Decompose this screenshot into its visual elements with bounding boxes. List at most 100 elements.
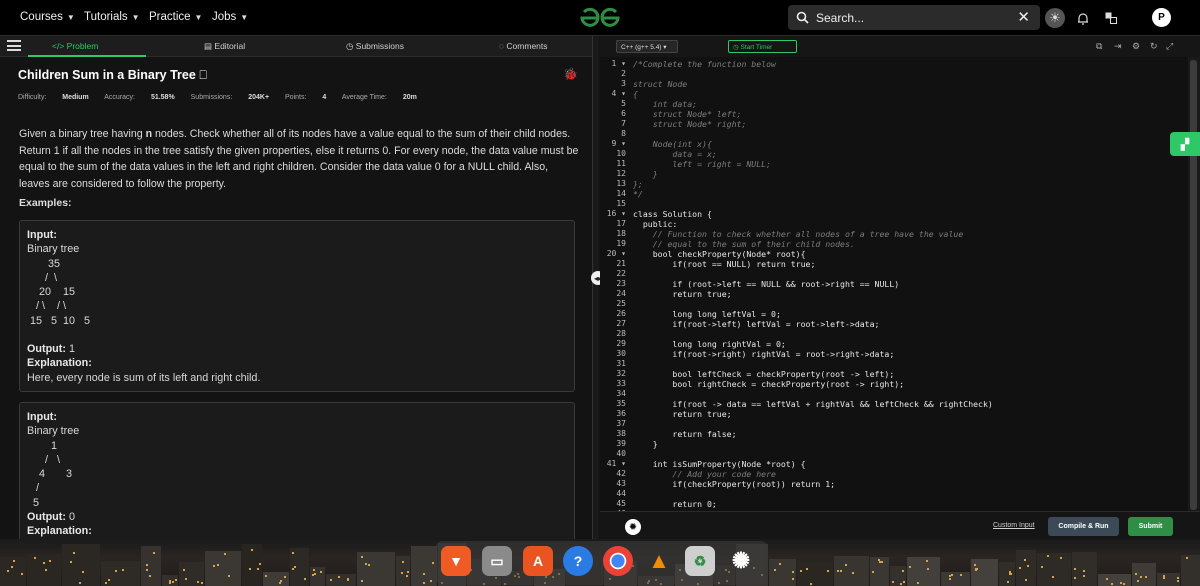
tab-comments[interactable]: ◌ Comments — [499, 41, 548, 51]
language-select[interactable]: C++ (g++ 5.4) ▾ — [616, 40, 678, 53]
files-icon[interactable]: ▭ — [482, 546, 512, 576]
gfg-logo[interactable] — [578, 6, 622, 30]
code-line[interactable]: } — [633, 169, 658, 179]
editor-scroll-thumb[interactable] — [1190, 60, 1197, 510]
code-line[interactable]: return 0; — [633, 499, 716, 509]
wallpaper-window-light — [175, 579, 177, 581]
avatar[interactable]: P — [1152, 8, 1171, 27]
code-line[interactable]: if(root->left) leftVal = root->left->dat… — [633, 319, 879, 329]
code-line[interactable]: // equal to the sum of their child nodes… — [633, 239, 855, 249]
code-line[interactable]: // Function to check whether all nodes o… — [633, 229, 964, 239]
trash-icon[interactable]: ♻ — [685, 546, 715, 576]
code-line[interactable]: // Add your code here — [633, 469, 776, 479]
wallpaper-window-light — [1074, 577, 1076, 579]
code-line[interactable]: return true; — [633, 289, 731, 299]
tab-editorial[interactable]: ▤ Editorial — [204, 41, 245, 52]
wallpaper-building — [941, 572, 970, 586]
code-line[interactable]: bool leftCheck = checkProperty(root -> l… — [633, 369, 894, 379]
menu-icon[interactable] — [7, 40, 21, 51]
bell-icon[interactable] — [1073, 8, 1093, 28]
line-number: 24 — [616, 289, 626, 298]
code-line[interactable]: data = x; — [633, 149, 716, 159]
code-line[interactable]: int isSumProperty(Node *root) { — [633, 459, 806, 469]
wallpaper-window-light — [902, 570, 904, 572]
chrome-icon[interactable] — [603, 546, 633, 576]
tab-submissions[interactable]: ◷ Submissions — [346, 41, 404, 52]
wallpaper-window-light — [779, 563, 781, 565]
line-number: 45 — [616, 499, 626, 508]
wallpaper-window-light — [257, 568, 259, 570]
code-editor[interactable]: 1 ▾ 2 3 4 ▾ 5 6 7 8 9 ▾ 10 11 12 13 14 15 1… — [600, 57, 1188, 511]
code-line[interactable]: if(root == NULL) return true; — [633, 259, 815, 269]
code-line[interactable]: class Solution { — [633, 209, 712, 219]
code-line[interactable]: } — [633, 439, 658, 449]
wallpaper-window-light — [320, 571, 322, 573]
code-line[interactable]: Node(int x){ — [633, 139, 712, 149]
wallpaper-window-light — [49, 560, 51, 562]
custom-input-link[interactable]: Custom Input — [993, 522, 1035, 529]
code-line[interactable]: /*Complete the function below — [633, 59, 776, 69]
code-line[interactable]: long long rightVal = 0; — [633, 339, 785, 349]
nav-courses[interactable]: Courses ▼ — [20, 11, 75, 23]
code-line[interactable]: { — [633, 89, 638, 99]
nav-practice-label: Practice — [149, 11, 191, 23]
code-line[interactable]: if(root -> data == leftVal + rightVal &&… — [633, 399, 992, 409]
submit-button[interactable]: Submit — [1128, 517, 1173, 536]
clock-icon: ◷ — [346, 41, 356, 51]
bookmark-icon[interactable]: ⎕ — [199, 68, 207, 82]
wallpaper-building — [27, 554, 61, 586]
wallpaper-window-light — [217, 564, 219, 566]
code-line[interactable]: long long leftVal = 0; — [633, 309, 780, 319]
wallpaper-window-light — [974, 564, 976, 566]
theme-toggle-sun-icon[interactable]: ☀ — [1045, 8, 1065, 28]
pane-splitter[interactable] — [592, 36, 599, 539]
close-icon[interactable]: ✕ — [1017, 8, 1030, 26]
lightbulb-icon[interactable]: ✹ — [625, 519, 641, 535]
code-line[interactable]: struct Node* right; — [633, 119, 747, 129]
fullscreen-icon[interactable]: ⤢ — [1166, 41, 1173, 52]
wallpaper-window-light — [292, 568, 294, 570]
line-number: 38 — [616, 429, 626, 438]
code-line[interactable]: struct Node — [633, 79, 687, 89]
accuracy-label: Accuracy: — [104, 94, 135, 101]
copy-icon[interactable]: ⧉ — [1096, 41, 1102, 52]
brave-browser-icon[interactable]: ▼ — [441, 546, 471, 576]
code-line[interactable]: }; — [633, 179, 643, 189]
help-icon[interactable]: ? — [563, 546, 593, 576]
code-line[interactable]: int data; — [633, 99, 697, 109]
compile-run-button[interactable]: Compile & Run — [1048, 517, 1119, 536]
code-line[interactable]: bool checkProperty(Node* root){ — [633, 249, 806, 259]
code-line[interactable]: struct Node* left; — [633, 109, 742, 119]
code-line[interactable]: bool rightCheck = checkProperty(root -> … — [633, 379, 904, 389]
line-number: 39 — [616, 439, 626, 448]
code-line[interactable]: */ — [633, 189, 643, 199]
export-icon[interactable]: ⇥ — [1114, 41, 1122, 52]
reset-icon[interactable]: ↻ — [1150, 41, 1158, 52]
code-line[interactable]: if(checkProperty(root)) return 1; — [633, 479, 835, 489]
start-timer-button[interactable]: ◷ Start Timer — [728, 40, 797, 53]
app-center-icon[interactable]: A — [523, 546, 553, 576]
search-input[interactable]: Search... ✕ — [788, 5, 1040, 30]
line-number: 29 — [616, 339, 626, 348]
nav-practice[interactable]: Practice ▼ — [149, 11, 202, 23]
nav-jobs[interactable]: Jobs ▼ — [212, 11, 248, 23]
wallpaper-window-light — [881, 561, 883, 563]
chat-icon[interactable]: ▞ — [1170, 132, 1200, 156]
ubuntu-icon[interactable]: ✺ — [726, 546, 756, 576]
code-line[interactable]: left = right = NULL; — [633, 159, 771, 169]
wallpaper-window-light — [304, 578, 306, 580]
code-line[interactable]: return true; — [633, 409, 731, 419]
nav-tutorials[interactable]: Tutorials ▼ — [84, 11, 140, 23]
wallpaper-window-light — [1024, 559, 1026, 561]
wallpaper-window-light — [401, 572, 403, 574]
settings-icon[interactable]: ⚙ — [1132, 41, 1140, 52]
translate-icon[interactable] — [1101, 8, 1121, 28]
code-line[interactable]: if (root->left == NULL && root->right ==… — [633, 279, 899, 289]
code-line[interactable]: public: — [633, 219, 678, 229]
wallpaper-building — [1037, 553, 1071, 586]
tab-problem[interactable]: </> Problem — [52, 41, 98, 51]
code-line[interactable]: return false; — [633, 429, 736, 439]
vlc-icon[interactable]: ▲ — [644, 546, 674, 576]
bug-report-icon[interactable]: 🐞 — [563, 67, 578, 81]
code-line[interactable]: if(root->right) rightVal = root->right->… — [633, 349, 894, 359]
